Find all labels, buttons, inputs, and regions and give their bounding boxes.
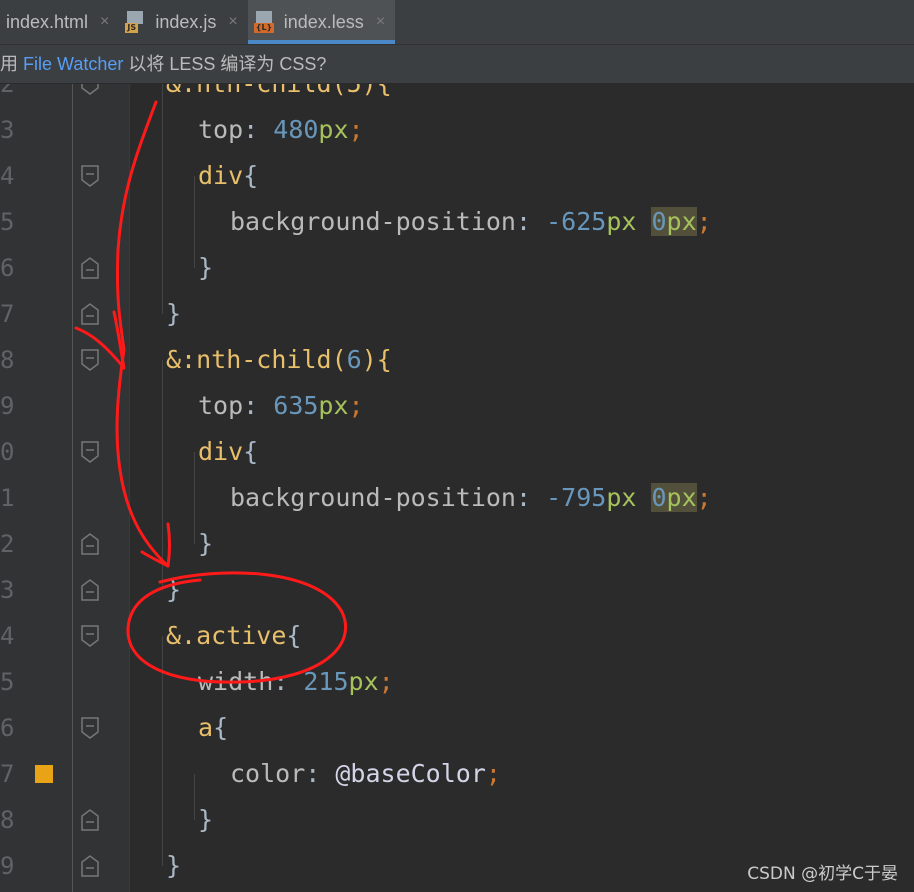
fold-open-icon[interactable] — [80, 440, 100, 464]
line-number: 4 — [0, 622, 15, 650]
code-line: 4 div{ — [0, 153, 914, 199]
declaration: color: @baseColor; — [230, 759, 501, 788]
declaration: width: 215px; — [198, 667, 394, 696]
line-number: 4 — [0, 162, 15, 190]
closing-brace: } — [166, 299, 182, 328]
fold-close-icon[interactable] — [80, 532, 100, 556]
selector: &:nth-child(6){ — [166, 345, 392, 374]
notification-suffix: 以将 LESS 编译为 CSS? — [123, 54, 327, 74]
editor-tab-bar: index.html × JS index.js × {L} index.les… — [0, 0, 914, 45]
line-number: 0 — [0, 438, 15, 466]
fold-close-icon[interactable] — [80, 302, 100, 326]
closing-brace: } — [166, 575, 182, 604]
fold-open-icon[interactable] — [80, 348, 100, 372]
fold-open-icon[interactable] — [80, 716, 100, 740]
code-line: 2 } — [0, 521, 914, 567]
watermark: CSDN @初学C于晏 — [747, 864, 898, 884]
tab-label: index.html — [6, 11, 89, 32]
code-editor[interactable]: 2 &:nth-child(5){ 3 top: 480px; 4 div{ 5… — [0, 84, 914, 892]
code-line: 9 top: 635px; — [0, 383, 914, 429]
line-number: 5 — [0, 208, 15, 236]
tab-index-js[interactable]: JS index.js × — [119, 0, 247, 44]
code-line: 0 div{ — [0, 429, 914, 475]
code-line: 7 color: @baseColor; — [0, 751, 914, 797]
selector: div{ — [198, 161, 259, 190]
selector: &.active{ — [166, 621, 302, 650]
line-number: 8 — [0, 346, 15, 374]
line-number: 6 — [0, 714, 15, 742]
line-number: 6 — [0, 254, 15, 282]
fold-open-icon[interactable] — [80, 624, 100, 648]
declaration: top: 480px; — [198, 115, 364, 144]
declaration: top: 635px; — [198, 391, 364, 420]
tab-label: index.js — [155, 11, 217, 32]
tab-label: index.less — [283, 11, 364, 32]
close-icon[interactable]: × — [100, 13, 109, 31]
line-number: 1 — [0, 484, 15, 512]
code-line: 7 } — [0, 291, 914, 337]
selector: &:nth-child(5){ — [166, 84, 392, 107]
tab-index-html[interactable]: index.html × — [0, 0, 119, 44]
line-number: 7 — [0, 760, 15, 788]
line-number: 3 — [0, 116, 15, 144]
closing-brace: } — [198, 805, 214, 834]
fold-open-icon[interactable] — [80, 164, 100, 188]
selector: a{ — [198, 713, 229, 742]
line-number: 9 — [0, 392, 15, 420]
code-line: 1 background-position: -795px 0px; — [0, 475, 914, 521]
code-line: 6 } — [0, 245, 914, 291]
line-number: 9 — [0, 852, 15, 880]
fold-close-icon[interactable] — [80, 808, 100, 832]
close-icon[interactable]: × — [228, 13, 237, 31]
js-file-icon: JS — [125, 11, 147, 33]
line-number: 3 — [0, 576, 15, 604]
line-number: 2 — [0, 84, 15, 98]
code-line: 5 width: 215px; — [0, 659, 914, 705]
code-line: 3 top: 480px; — [0, 107, 914, 153]
code-line: 5 background-position: -625px 0px; — [0, 199, 914, 245]
close-icon[interactable]: × — [376, 13, 385, 31]
closing-brace: } — [198, 529, 214, 558]
color-swatch-icon[interactable] — [35, 765, 53, 783]
fold-close-icon[interactable] — [80, 256, 100, 280]
fold-close-icon[interactable] — [80, 578, 100, 602]
line-number: 5 — [0, 668, 15, 696]
line-number: 7 — [0, 300, 15, 328]
code-line: 8 &:nth-child(6){ — [0, 337, 914, 383]
code-line: 8 } — [0, 797, 914, 843]
fold-close-icon[interactable] — [80, 854, 100, 878]
code-line: 2 &:nth-child(5){ — [0, 84, 914, 107]
less-file-icon: {L} — [253, 11, 276, 33]
notification-prefix: 用 — [0, 54, 24, 74]
declaration: background-position: -795px 0px; — [230, 483, 712, 512]
file-watcher-link[interactable]: File Watcher — [23, 54, 123, 74]
code-line: 6 a{ — [0, 705, 914, 751]
closing-brace: } — [198, 253, 214, 282]
declaration: background-position: -625px 0px; — [230, 207, 712, 236]
line-number: 2 — [0, 530, 15, 558]
fold-marker-icon[interactable] — [80, 84, 100, 96]
code-line: 4 &.active{ — [0, 613, 914, 659]
file-watcher-notification: 用 File Watcher 以将 LESS 编译为 CSS? — [0, 45, 914, 84]
closing-brace: } — [166, 851, 182, 880]
line-number: 8 — [0, 806, 15, 834]
tab-index-less[interactable]: {L} index.less × — [247, 0, 396, 44]
selector: div{ — [198, 437, 259, 466]
code-line: 3 } — [0, 567, 914, 613]
